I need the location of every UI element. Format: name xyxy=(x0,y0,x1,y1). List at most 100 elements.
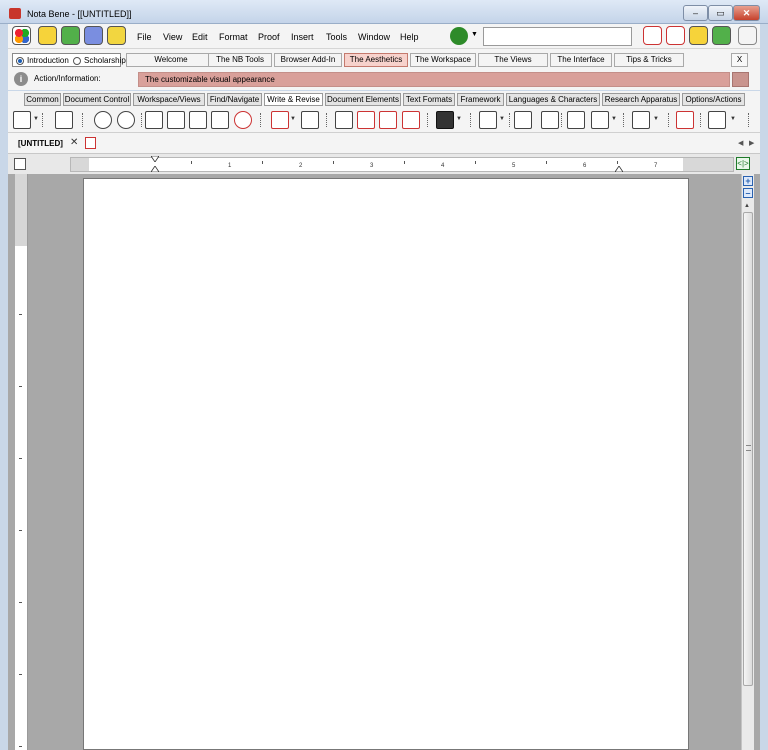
split-icon[interactable] xyxy=(357,111,375,129)
document-tab[interactable]: [UNTITLED] xyxy=(18,139,63,148)
close-tabs-button[interactable]: X xyxy=(731,53,748,67)
category-write-revise[interactable]: Write & Revise xyxy=(264,93,323,106)
menu-window[interactable]: Window xyxy=(358,32,390,42)
left-indent-marker[interactable] xyxy=(151,156,159,162)
category-document-elements[interactable]: Document Elements xyxy=(325,93,401,106)
spellcheck-icon[interactable] xyxy=(632,111,650,129)
document-workspace: + – ▲ xyxy=(8,174,760,750)
radio-introduction[interactable] xyxy=(16,57,24,65)
zoom-out-button[interactable]: – xyxy=(743,188,753,198)
category-document-control[interactable]: Document Control xyxy=(63,93,131,106)
radio-scholarship[interactable] xyxy=(73,57,81,65)
column-break-icon[interactable] xyxy=(541,111,559,129)
color-palette-icon[interactable] xyxy=(12,26,31,45)
chevron-down-icon[interactable]: ▼ xyxy=(611,116,617,122)
menu-tools[interactable]: Tools xyxy=(326,32,347,42)
close-frame-icon[interactable] xyxy=(335,111,353,129)
text-direction-icon[interactable] xyxy=(708,111,726,129)
chevron-down-icon[interactable]: ▼ xyxy=(290,116,296,122)
menu-help[interactable]: Help xyxy=(400,32,419,42)
page-break-icon[interactable] xyxy=(514,111,532,129)
category-languages-characters[interactable]: Languages & Characters xyxy=(506,93,600,106)
outline-icon[interactable] xyxy=(479,111,497,129)
insert-file-icon[interactable] xyxy=(591,111,609,129)
chevron-down-icon[interactable]: ▼ xyxy=(653,116,659,122)
tab-welcome[interactable]: Welcome xyxy=(126,53,216,67)
category-find-navigate[interactable]: Find/Navigate xyxy=(207,93,262,106)
merge-icon[interactable] xyxy=(379,111,397,129)
menu-insert[interactable]: Insert xyxy=(291,32,314,42)
scroll-left-icon[interactable]: ◀ xyxy=(738,139,743,147)
zoom-in-button[interactable]: + xyxy=(743,176,753,186)
scroll-thumb[interactable] xyxy=(743,212,753,686)
category-framework[interactable]: Framework xyxy=(457,93,504,106)
split-view-button[interactable]: <|> xyxy=(736,157,750,170)
tab-workspace[interactable]: The Workspace xyxy=(410,53,476,67)
horizontal-ruler[interactable]: 1 2 3 4 5 6 7 xyxy=(70,156,734,172)
command-input[interactable] xyxy=(483,27,632,46)
tab-aesthetics[interactable]: The Aesthetics xyxy=(344,53,408,67)
timer-icon[interactable] xyxy=(234,111,252,129)
download-icon[interactable] xyxy=(55,111,73,129)
stamp-icon[interactable] xyxy=(271,111,289,129)
right-indent-marker[interactable] xyxy=(615,166,623,172)
paste-special-icon[interactable] xyxy=(189,111,207,129)
find-replace-icon[interactable] xyxy=(301,111,319,129)
tab-browser-add-in[interactable]: Browser Add-In xyxy=(274,53,342,67)
minimize-button[interactable]: – xyxy=(683,5,708,21)
book-icon[interactable] xyxy=(61,26,80,45)
tab-tips-tricks[interactable]: Tips & Tricks xyxy=(614,53,684,67)
grid-icon[interactable] xyxy=(436,111,454,129)
cut-icon[interactable] xyxy=(13,111,31,129)
info-swatch[interactable] xyxy=(732,72,749,87)
document-page[interactable] xyxy=(83,178,689,750)
menu-proof[interactable]: Proof xyxy=(258,32,280,42)
cube-icon[interactable] xyxy=(84,26,103,45)
vertical-ruler[interactable] xyxy=(15,174,28,750)
close-icon[interactable]: ✕ xyxy=(70,137,78,148)
scroll-right-icon[interactable]: ▶ xyxy=(749,139,754,147)
no-edit-icon[interactable] xyxy=(676,111,694,129)
globe-icon[interactable] xyxy=(689,26,708,45)
chevron-down-icon[interactable]: ▼ xyxy=(730,116,736,122)
category-text-formats[interactable]: Text Formats xyxy=(403,93,455,106)
maximize-button[interactable]: ▭ xyxy=(708,5,733,21)
paste-icon[interactable] xyxy=(167,111,185,129)
mode-selector: Introduction Scholarship xyxy=(12,53,126,67)
acrobat-icon[interactable] xyxy=(450,27,468,45)
compare-icon[interactable] xyxy=(402,111,420,129)
tab-views[interactable]: The Views xyxy=(478,53,548,67)
menu-view[interactable]: View xyxy=(163,32,182,42)
category-common[interactable]: Common xyxy=(24,93,61,106)
category-research-apparatus[interactable]: Research Apparatus xyxy=(602,93,680,106)
scroll-up-icon[interactable]: ▲ xyxy=(744,203,750,209)
copy-icon[interactable] xyxy=(145,111,163,129)
close-window-button[interactable]: ✕ xyxy=(733,5,760,21)
category-workspace-views[interactable]: Workspace/Views xyxy=(133,93,205,106)
chevron-down-icon[interactable]: ▼ xyxy=(499,116,505,122)
clipboard-icon[interactable] xyxy=(211,111,229,129)
first-line-indent-marker[interactable] xyxy=(151,166,159,172)
network-icon[interactable] xyxy=(666,26,685,45)
menu-file[interactable]: File xyxy=(137,32,152,42)
tab-stop-selector[interactable] xyxy=(14,158,26,170)
vertical-scrollbar[interactable]: + – ▲ xyxy=(741,174,754,750)
undo-icon[interactable] xyxy=(94,111,112,129)
play-icon[interactable] xyxy=(107,26,126,45)
tab-interface[interactable]: The Interface xyxy=(550,53,612,67)
chevron-down-icon[interactable]: ▼ xyxy=(456,116,462,122)
panel-toggle-icon[interactable] xyxy=(738,26,757,45)
new-document-icon[interactable] xyxy=(85,137,96,149)
chevron-down-icon[interactable]: ▼ xyxy=(33,116,39,122)
category-options-actions[interactable]: Options/Actions xyxy=(682,93,745,106)
tab-nb-tools[interactable]: The NB Tools xyxy=(208,53,272,67)
section-break-icon[interactable] xyxy=(567,111,585,129)
menu-format[interactable]: Format xyxy=(219,32,248,42)
chevron-down-icon[interactable]: ▼ xyxy=(471,31,478,38)
menu-edit[interactable]: Edit xyxy=(192,32,208,42)
redo-icon[interactable] xyxy=(117,111,135,129)
tab-bar: Introduction Scholarship Welcome The NB … xyxy=(8,49,760,70)
bulb-icon[interactable] xyxy=(38,26,57,45)
calendar-icon[interactable] xyxy=(643,26,662,45)
document-icon[interactable] xyxy=(712,26,731,45)
